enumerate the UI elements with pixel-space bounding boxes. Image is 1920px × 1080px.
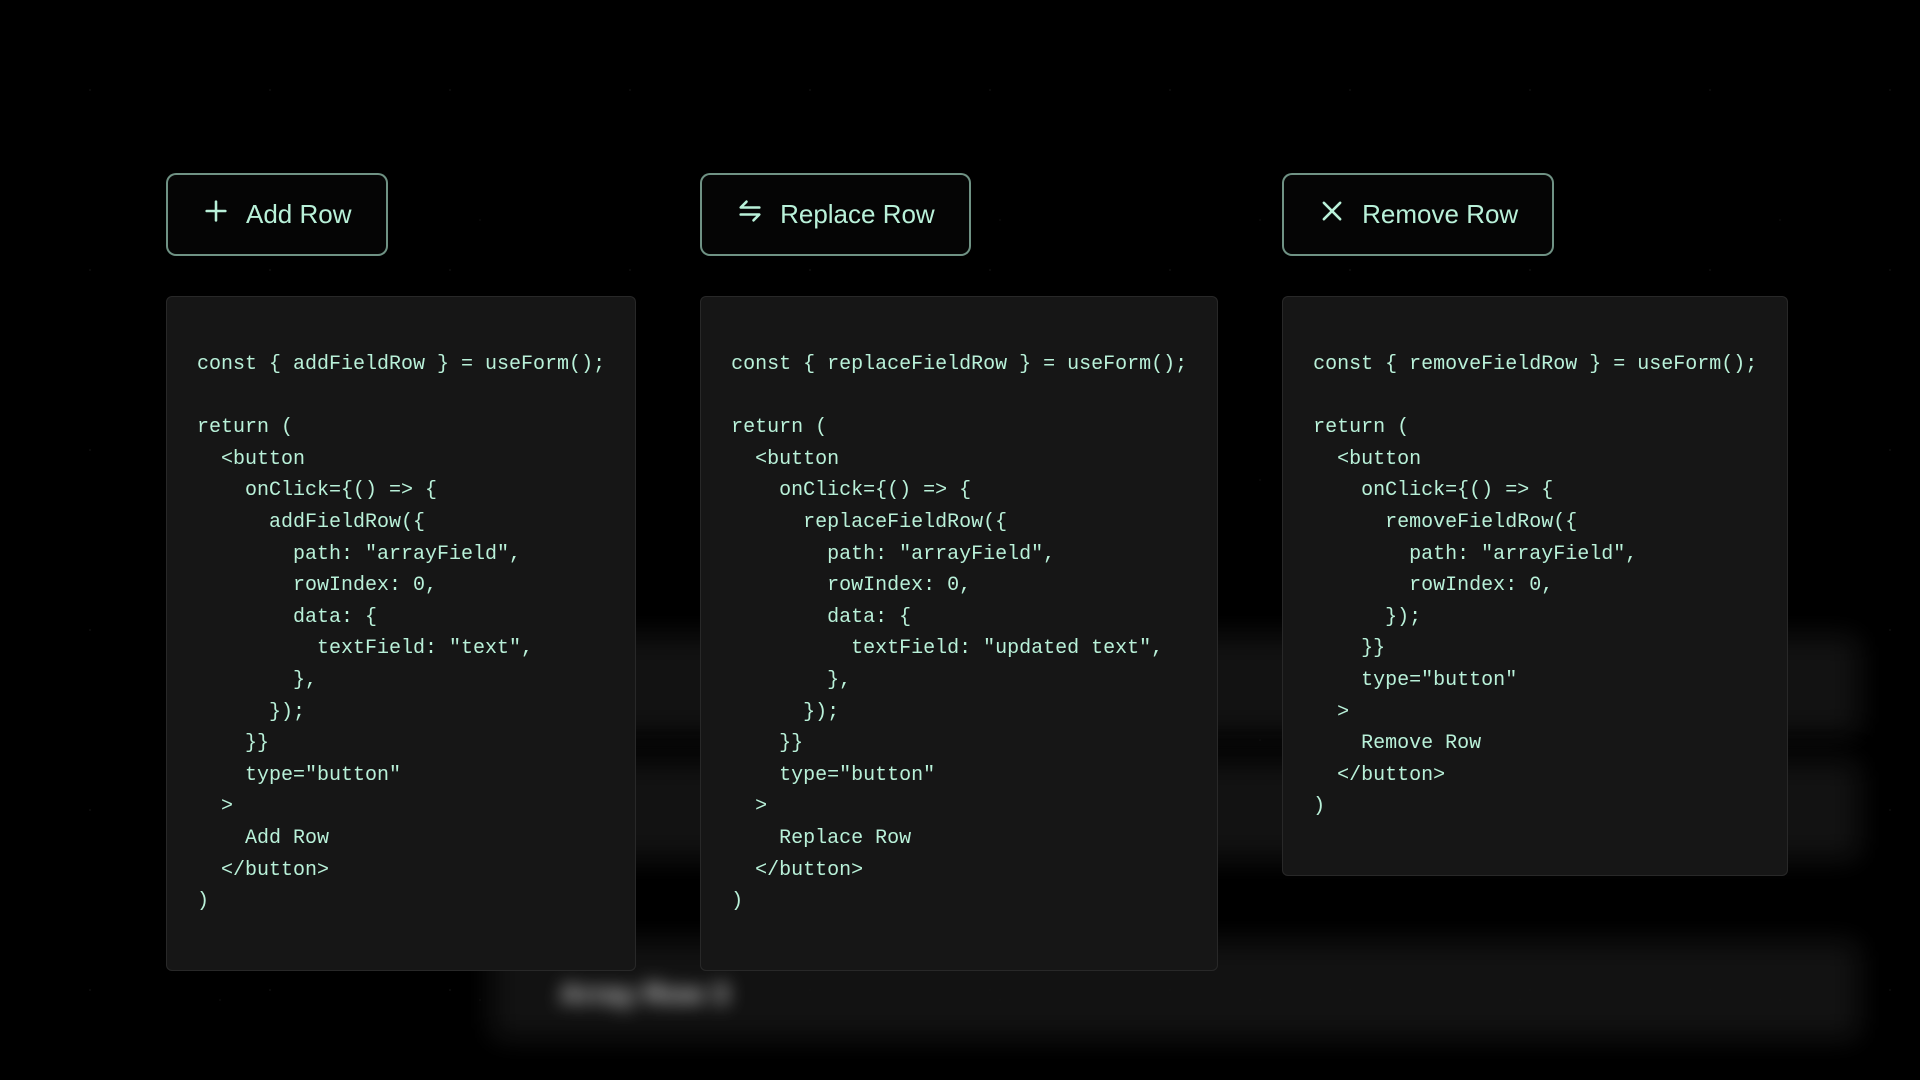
replace-row-button[interactable]: Replace Row xyxy=(700,173,971,256)
columns: Add Row const { addFieldRow } = useForm(… xyxy=(166,173,1786,971)
code-remove: const { removeFieldRow } = useForm(); re… xyxy=(1313,349,1757,823)
code-replace: const { replaceFieldRow } = useForm(); r… xyxy=(731,349,1187,918)
bg-row-label: Array Row 3 xyxy=(560,978,729,1010)
column-remove: Remove Row const { removeFieldRow } = us… xyxy=(1282,173,1788,971)
close-icon xyxy=(1318,197,1346,232)
code-panel-add: const { addFieldRow } = useForm(); retur… xyxy=(166,296,636,971)
code-panel-remove: const { removeFieldRow } = useForm(); re… xyxy=(1282,296,1788,876)
code-panel-replace: const { replaceFieldRow } = useForm(); r… xyxy=(700,296,1218,971)
remove-row-button-label: Remove Row xyxy=(1362,199,1518,230)
code-add: const { addFieldRow } = useForm(); retur… xyxy=(197,349,605,918)
replace-row-button-label: Replace Row xyxy=(780,199,935,230)
remove-row-button[interactable]: Remove Row xyxy=(1282,173,1554,256)
add-row-button[interactable]: Add Row xyxy=(166,173,388,256)
column-replace: Replace Row const { replaceFieldRow } = … xyxy=(700,173,1218,971)
swap-icon xyxy=(736,197,764,232)
plus-icon xyxy=(202,197,230,232)
add-row-button-label: Add Row xyxy=(246,199,352,230)
column-add: Add Row const { addFieldRow } = useForm(… xyxy=(166,173,636,971)
